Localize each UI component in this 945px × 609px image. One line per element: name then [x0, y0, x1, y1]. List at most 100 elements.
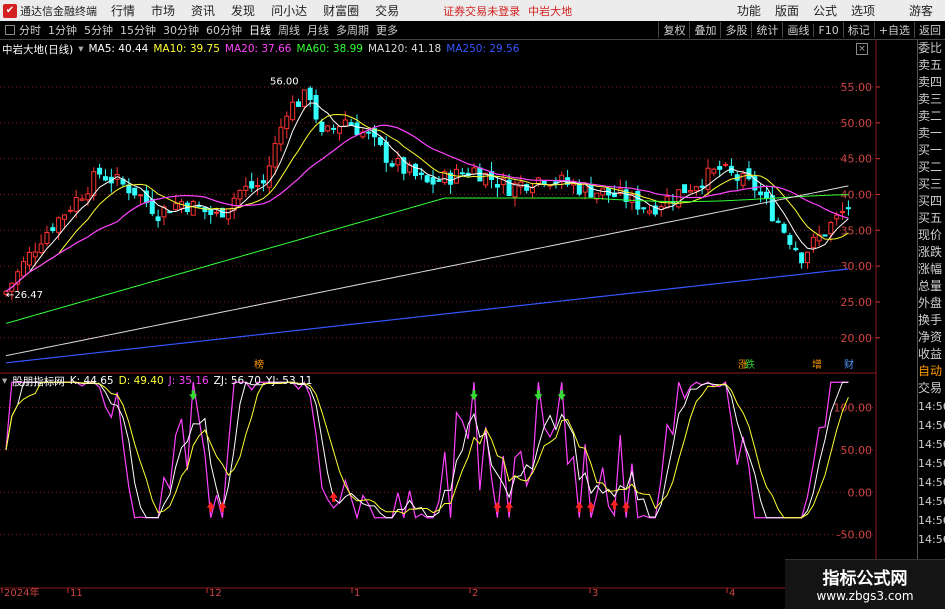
tool-adjust[interactable]: 复权 [658, 22, 689, 38]
candle-body [255, 185, 261, 188]
candle-body [471, 167, 477, 175]
side-panel-item[interactable]: 买五 [918, 210, 945, 227]
side-panel-time: 14:56 [918, 457, 945, 470]
side-panel-item[interactable]: 收益 [918, 346, 945, 363]
candle-body [693, 186, 699, 192]
menu-wealth-circle[interactable]: 财富圈 [323, 2, 359, 19]
chart-area[interactable]: 55.00 50.00 45.00 40.00 35.00 30.00 25.00 20.00… [0, 40, 917, 599]
candle [102, 169, 108, 182]
candle-body [418, 172, 424, 176]
side-panel-item[interactable]: 买三 [918, 176, 945, 193]
indicator-name[interactable]: 股朋指标网 [12, 374, 65, 389]
candle [179, 198, 184, 214]
candle-body [296, 101, 301, 107]
menu-formula[interactable]: 公式 [813, 2, 837, 19]
side-panel-item[interactable]: 卖四 [918, 74, 945, 91]
candle [336, 126, 342, 141]
ma-toggle-icon[interactable]: ▾ [78, 43, 83, 55]
side-panel-item[interactable]: 现价 [918, 227, 945, 244]
candle-body [518, 181, 524, 188]
menu-layout[interactable]: 版面 [775, 2, 799, 19]
sell-signal-arrow-icon [470, 390, 478, 401]
period-5min[interactable]: 5分钟 [84, 22, 113, 38]
tool-overlay[interactable]: 叠加 [689, 22, 720, 38]
period-60min[interactable]: 60分钟 [206, 22, 242, 38]
period-intraday[interactable]: 分时 [19, 22, 41, 38]
indicator-d-value: D: 49.40 [118, 375, 164, 387]
side-panel-item[interactable]: 买四 [918, 193, 945, 210]
candle-body [190, 200, 196, 216]
menu-discover[interactable]: 发现 [231, 2, 255, 19]
side-panel-item[interactable]: 卖三 [918, 91, 945, 108]
candle [50, 223, 56, 233]
tool-f10[interactable]: F10 [813, 23, 842, 37]
ma250-line [5, 268, 849, 364]
tool-mark[interactable]: 标记 [842, 22, 874, 38]
candle-body [102, 176, 108, 181]
sub-toggle-icon[interactable]: ▾ [2, 375, 7, 387]
menu-function[interactable]: 功能 [737, 2, 761, 19]
menu-ask[interactable]: 问小达 [271, 2, 307, 19]
period-more[interactable]: 更多 [376, 22, 398, 38]
menu-news[interactable]: 资讯 [191, 2, 215, 19]
period-1min[interactable]: 1分钟 [48, 22, 77, 38]
candle-body [278, 126, 284, 145]
tool-back[interactable]: 返回 [914, 22, 945, 38]
side-panel-item[interactable]: 总量 [918, 278, 945, 295]
ma5-value: MA5: 40.44 [88, 43, 149, 55]
period-monthly[interactable]: 月线 [307, 22, 329, 38]
side-panel-item[interactable]: 净资 [918, 329, 945, 346]
tool-statistics[interactable]: 统计 [751, 22, 782, 38]
candle-body [641, 207, 647, 210]
side-panel-item[interactable]: 换手 [918, 312, 945, 329]
kline-chart-svg[interactable]: 55.0050.0045.0040.0035.0030.0025.0020.00… [0, 40, 917, 599]
period-15min[interactable]: 15分钟 [120, 22, 156, 38]
panel-toggle-icon[interactable] [5, 25, 15, 35]
side-panel-item[interactable]: 卖一 [918, 125, 945, 142]
app-name: 通达信金融终端 [20, 4, 97, 18]
side-panel-item[interactable]: 自动 [918, 363, 945, 380]
side-panel-item[interactable]: 交易 [918, 380, 945, 397]
candle-body [699, 185, 705, 188]
date-tick-label: 4 [729, 588, 735, 597]
indicator-k-value: K: 44.65 [69, 375, 114, 387]
close-icon[interactable]: × [856, 43, 868, 55]
period-weekly[interactable]: 周线 [278, 22, 300, 38]
candle-body [822, 234, 828, 237]
period-multi[interactable]: 多周期 [336, 22, 369, 38]
side-panel-item[interactable]: 卖五 [918, 57, 945, 74]
tool-draw-line[interactable]: 画线 [782, 22, 813, 38]
price-tick-label: 25.00 [841, 296, 873, 309]
candle [290, 95, 296, 122]
side-panel-item[interactable]: 卖二 [918, 108, 945, 125]
side-panel-item[interactable]: 涨跌 [918, 244, 945, 261]
candle-body [413, 163, 418, 177]
guest-user[interactable]: 游客 [909, 2, 933, 19]
price-tick-label: 50.00 [841, 117, 873, 130]
period-daily[interactable]: 日线 [249, 22, 271, 38]
side-panel-time: 14:56 [918, 495, 945, 508]
side-panel-item[interactable]: 买二 [918, 159, 945, 176]
candle-body [424, 175, 430, 183]
buy-signal-arrow-icon [206, 501, 215, 512]
menu-market[interactable]: 市场 [151, 2, 175, 19]
candle-body [21, 261, 27, 277]
menu-trade[interactable]: 交易 [375, 2, 399, 19]
menu-quotes[interactable]: 行情 [111, 2, 135, 19]
menu-options[interactable]: 选项 [851, 2, 875, 19]
tool-multi-stock[interactable]: 多股 [720, 22, 751, 38]
side-panel-item[interactable]: 外盘 [918, 295, 945, 312]
ma250-value: MA250: 29.56 [446, 43, 520, 55]
candle-body [56, 217, 62, 233]
side-panel-item[interactable]: 买一 [918, 142, 945, 159]
side-panel-item[interactable]: 涨幅 [918, 261, 945, 278]
tool-add-watchlist[interactable]: +自选 [873, 22, 914, 38]
candle-body [383, 141, 389, 163]
candle-body [436, 179, 442, 182]
candle [266, 156, 272, 193]
side-panel-item[interactable]: 委比 [918, 40, 945, 57]
watermark: 指标公式网 www.zbgs3.com [785, 559, 945, 609]
candle-body [237, 189, 243, 200]
login-status[interactable]: 证券交易未登录 [443, 3, 520, 19]
period-30min[interactable]: 30分钟 [163, 22, 199, 38]
